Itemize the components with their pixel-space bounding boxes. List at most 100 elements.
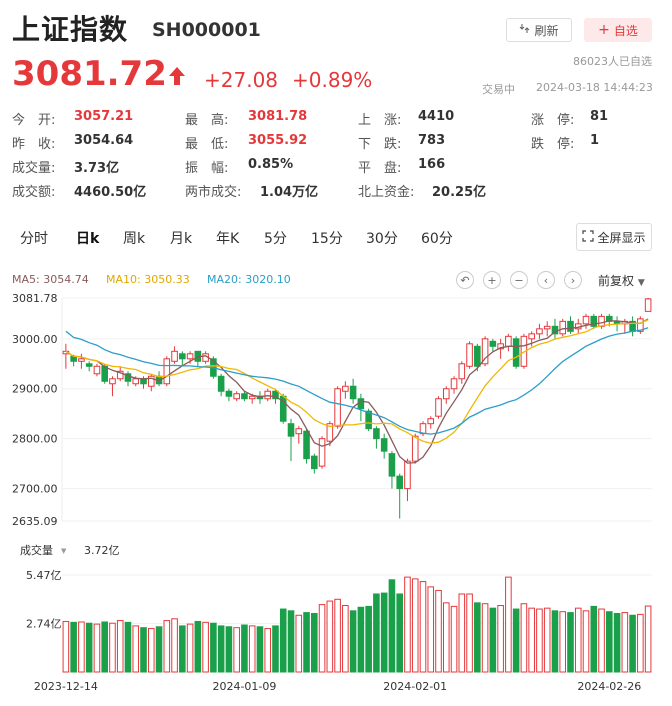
stat-value: 1.04万亿: [260, 185, 319, 200]
stat-label: 昨 收:: [12, 137, 56, 152]
tab-15min[interactable]: 15分: [311, 228, 343, 248]
candle: [536, 328, 543, 335]
tab-yearly[interactable]: 年K: [216, 228, 239, 248]
volume-bar: [520, 603, 528, 673]
volume-bar: [419, 581, 427, 673]
candle: [388, 453, 396, 477]
volume-bar: [342, 605, 349, 673]
candle: [349, 385, 357, 400]
candle: [458, 363, 466, 380]
volume-bar: [264, 628, 272, 673]
up-arrow-icon: [168, 66, 186, 90]
volume-bar: [582, 610, 590, 673]
volume-bar: [124, 621, 132, 673]
volume-dropdown-icon[interactable]: ▼: [61, 547, 67, 555]
stat-item: 最 低: 3055.92: [185, 133, 307, 152]
tab-minute[interactable]: 分时: [20, 228, 48, 248]
tab-30min[interactable]: 30分: [366, 228, 398, 248]
watchers-count: 86023人已自选: [573, 55, 652, 68]
stat-value: 4460.50亿: [74, 185, 147, 200]
volume-bar: [132, 625, 140, 673]
volume-bar: [450, 605, 458, 673]
candle: [474, 345, 481, 367]
ma5-line: [65, 318, 649, 464]
candle: [295, 428, 303, 435]
candle: [248, 395, 256, 400]
volume-bar: [574, 607, 582, 673]
candle: [559, 320, 567, 335]
volume-bar: [505, 576, 512, 673]
price-change-percent: +0.89%: [292, 68, 373, 92]
stat-label: 成交额:: [12, 185, 56, 200]
volume-bar: [70, 621, 77, 673]
volume-bar: [303, 612, 310, 673]
stat-item: 今 开: 3057.21: [12, 109, 133, 128]
index-code: SH000001: [152, 19, 261, 41]
undo-button[interactable]: ↶: [456, 271, 474, 289]
zoom-out-button[interactable]: −: [510, 271, 528, 289]
zoom-in-button[interactable]: +: [483, 271, 501, 289]
volume-value: 3.72亿: [84, 544, 120, 557]
volume-bar: [140, 627, 147, 673]
candle: [132, 378, 140, 385]
volume-bar: [349, 610, 357, 673]
volume-bar: [528, 607, 535, 673]
tab-5min[interactable]: 5分: [264, 228, 287, 248]
volume-bar: [85, 622, 93, 673]
volume-bar: [116, 620, 124, 673]
candle: [140, 378, 147, 385]
scroll-left-button[interactable]: ‹: [537, 271, 555, 289]
fullscreen-button[interactable]: 全屏显示: [576, 223, 652, 251]
scroll-right-button[interactable]: ›: [564, 271, 582, 289]
plus-icon: +: [487, 273, 497, 287]
stat-item: 成交量: 3.73亿: [12, 157, 119, 176]
add-watchlist-button[interactable]: + 自选: [584, 18, 652, 42]
volume-bar: [217, 625, 225, 673]
volume-bar: [621, 612, 629, 673]
stat-label: 涨 停:: [531, 113, 575, 128]
volume-bar: [279, 608, 287, 673]
candle: [163, 358, 171, 385]
tab-daily[interactable]: 日k: [76, 228, 99, 248]
price-tick-label: 3081.78: [12, 292, 58, 305]
price-tick-label: 2635.09: [12, 515, 58, 528]
fullscreen-label: 全屏显示: [597, 230, 646, 245]
volume-tick-label: 2.74亿: [26, 617, 62, 630]
undo-icon: ↶: [460, 273, 470, 287]
stat-item: 跌 停: 1: [531, 133, 599, 152]
volume-bar: [62, 620, 70, 673]
candle: [442, 388, 450, 400]
candle: [373, 428, 380, 440]
volume-bar: [396, 593, 403, 673]
stat-value: 3.73亿: [74, 161, 120, 176]
moving-average-lines: [65, 318, 649, 464]
stat-label: 平 盘:: [358, 161, 402, 176]
candle: [543, 325, 551, 330]
tab-monthly[interactable]: 月k: [170, 228, 192, 248]
candle: [334, 388, 341, 427]
volume-axis-labels: 5.47亿 2.74亿: [26, 569, 62, 630]
date-tick-label: 2024-02-26: [577, 680, 641, 693]
stat-label: 最 高:: [185, 113, 229, 128]
volume-bar: [411, 578, 419, 673]
volume-bar: [404, 576, 411, 673]
volume-bar: [311, 612, 318, 673]
tab-weekly[interactable]: 周k: [123, 228, 145, 248]
stat-item: 成交额: 4460.50亿: [12, 181, 146, 200]
candle: [318, 438, 326, 467]
adjust-select[interactable]: 前复权 ▼: [598, 272, 645, 289]
stat-label: 下 跌:: [358, 137, 402, 152]
stat-label: 北上资金:: [358, 185, 415, 200]
watch-label: 自选: [613, 23, 638, 38]
volume-bar: [93, 623, 101, 673]
date-axis-labels: 2023-12-14 2024-01-09 2024-02-01 2024-02-26: [34, 680, 641, 693]
candle: [411, 435, 419, 462]
ma10-legend: MA10: 3050.33: [106, 273, 190, 286]
price-change: +27.08: [204, 68, 279, 92]
refresh-button[interactable]: 刷新: [506, 18, 572, 42]
tab-60min[interactable]: 60分: [421, 228, 453, 248]
price-tick-label: 2800.00: [12, 433, 58, 446]
stat-item: 北上资金: 20.25亿: [358, 181, 486, 200]
kline-chart[interactable]: 3081.78 3000.00 2900.00 2800.00 2700.00 2635.…: [0, 290, 672, 706]
stat-label: 两市成交:: [185, 185, 242, 200]
